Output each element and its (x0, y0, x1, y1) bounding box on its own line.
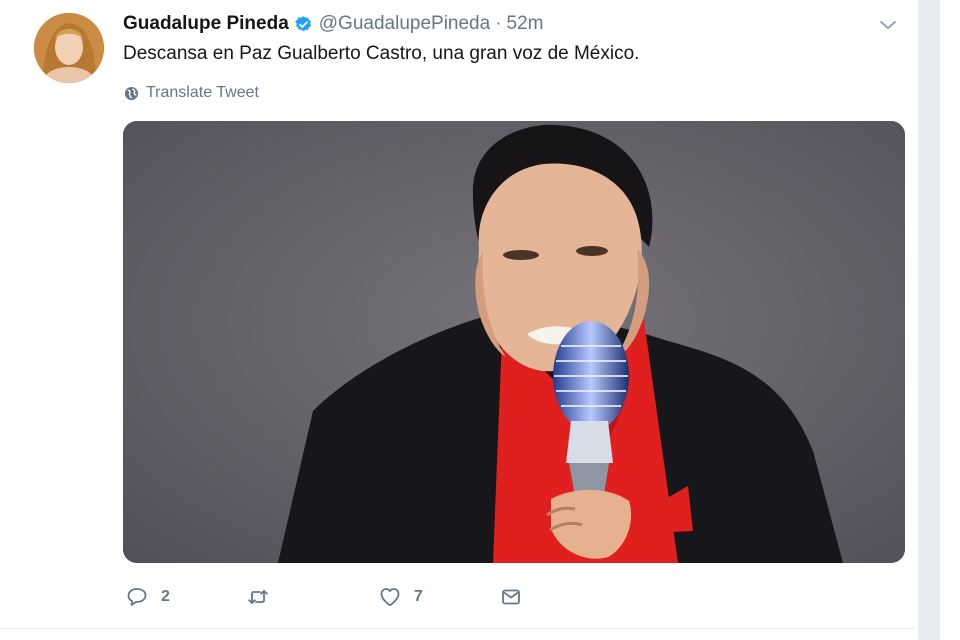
reply-action[interactable]: 2 (125, 585, 170, 609)
like-count: 7 (413, 588, 423, 605)
handle[interactable]: @GuadalupePineda (319, 13, 490, 35)
translate-label: Translate Tweet (146, 84, 259, 101)
tweet-header: Guadalupe Pineda @GuadalupePineda · 52m (123, 12, 543, 36)
globe-icon (124, 86, 139, 100)
singer-photo-image (123, 121, 905, 563)
avatar[interactable] (34, 13, 104, 83)
reply-icon (127, 588, 147, 606)
retweet-action[interactable] (246, 585, 282, 609)
avatar-image (34, 13, 104, 83)
like-action[interactable]: 7 (378, 585, 423, 609)
retweet-icon (248, 590, 268, 604)
verified-badge-icon (294, 15, 313, 34)
header-separator: · (495, 13, 502, 34)
envelope-icon (501, 589, 520, 605)
tweet-media-photo[interactable] (123, 121, 905, 563)
vertical-scrollbar[interactable] (918, 0, 940, 640)
display-name[interactable]: Guadalupe Pineda (123, 13, 289, 35)
tweet-actions: 2 7 (125, 584, 523, 610)
chevron-down-icon[interactable] (878, 18, 898, 32)
direct-message-action[interactable] (499, 585, 523, 609)
timestamp[interactable]: 52m (507, 13, 544, 35)
reply-count: 2 (161, 588, 170, 605)
tweet-card[interactable]: Guadalupe Pineda @GuadalupePineda · 52m … (0, 0, 916, 640)
heart-icon (380, 588, 400, 607)
translate-tweet-link[interactable]: Translate Tweet (124, 84, 259, 102)
tweet-divider (0, 628, 916, 629)
tweet-text: Descansa en Paz Gualberto Castro, una gr… (123, 43, 640, 64)
